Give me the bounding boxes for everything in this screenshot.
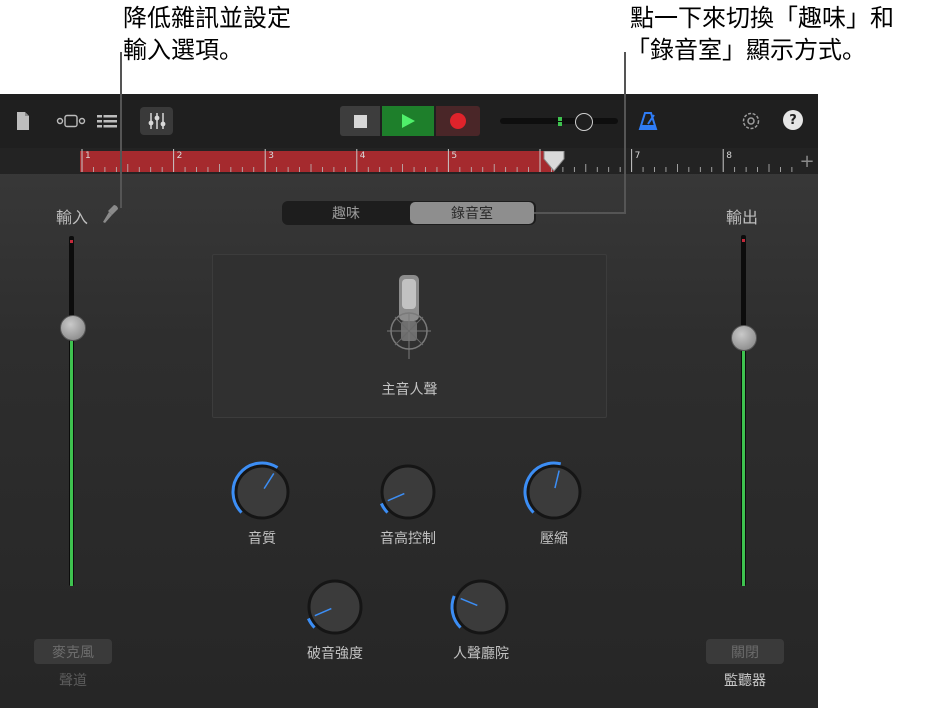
ruler-bar-number: 5 bbox=[451, 151, 457, 161]
input-label: 輸入 bbox=[56, 208, 89, 227]
add-section-button[interactable]: + bbox=[796, 148, 818, 174]
pitch-correction-knob[interactable] bbox=[376, 460, 440, 524]
mixer-icon[interactable] bbox=[140, 107, 173, 135]
callout-toggle-leader-v bbox=[624, 52, 626, 214]
list-view-icon[interactable] bbox=[96, 111, 118, 131]
callout-toggle-line2: 「錄音室」顯示方式。 bbox=[626, 36, 866, 64]
compression-label: 壓縮 bbox=[540, 531, 568, 547]
play-button[interactable] bbox=[382, 106, 434, 136]
timeline-ruler[interactable]: 12345678 + bbox=[0, 148, 818, 174]
ruler-bar-number: 7 bbox=[635, 151, 641, 161]
callout-noise-leader bbox=[120, 52, 122, 208]
monitor-caption: 監聽器 bbox=[724, 673, 766, 689]
vocal-hall-knob[interactable] bbox=[449, 575, 513, 639]
tone-label: 音質 bbox=[248, 531, 276, 547]
play-icon bbox=[402, 114, 415, 128]
record-icon bbox=[450, 113, 466, 129]
metronome-icon[interactable] bbox=[636, 109, 660, 133]
ruler-bar-number: 8 bbox=[726, 151, 732, 161]
pitch-correction-label: 音高控制 bbox=[380, 531, 436, 547]
ruler-bar-number: 2 bbox=[177, 151, 183, 161]
control-bar: ? bbox=[0, 94, 818, 148]
input-meter-fill bbox=[70, 327, 73, 586]
input-meter bbox=[69, 236, 74, 586]
settings-icon[interactable] bbox=[739, 109, 763, 133]
ruler-bar-number: 3 bbox=[268, 151, 274, 161]
callout-toggle-line1: 點一下來切換「趣味」和 bbox=[630, 4, 894, 32]
help-icon[interactable]: ? bbox=[783, 110, 803, 130]
input-level-slider[interactable] bbox=[60, 315, 86, 341]
channel-caption: 聲道 bbox=[59, 673, 87, 689]
callout-noise-line1: 降低雜訊並設定 bbox=[123, 4, 291, 32]
master-volume-knob[interactable] bbox=[575, 113, 593, 131]
app-window: ? 12345678 + 輸入 輸出 趣味 錄音室 bbox=[0, 94, 818, 708]
output-meter-fill bbox=[742, 337, 745, 586]
record-button[interactable] bbox=[436, 106, 480, 136]
monitor-button[interactable]: 關閉 bbox=[706, 639, 784, 664]
ruler-bar-number: 4 bbox=[360, 151, 366, 161]
help-label: ? bbox=[789, 112, 797, 128]
compression-knob[interactable] bbox=[522, 460, 586, 524]
stop-icon bbox=[353, 114, 367, 128]
microphone-icon bbox=[385, 273, 433, 365]
output-meter bbox=[741, 235, 746, 586]
toggle-studio[interactable]: 錄音室 bbox=[410, 202, 534, 224]
instrument-name: 主音人聲 bbox=[381, 382, 438, 398]
output-level-slider[interactable] bbox=[731, 325, 757, 351]
output-label: 輸出 bbox=[726, 208, 759, 227]
instrument-display[interactable]: 主音人聲 bbox=[212, 254, 607, 418]
callout-noise-line2: 輸入選項。 bbox=[123, 36, 243, 64]
drive-label: 破音強度 bbox=[307, 646, 363, 662]
ruler-bar-number: 1 bbox=[85, 151, 91, 161]
drive-knob[interactable] bbox=[303, 575, 367, 639]
vocal-hall-label: 人聲廳院 bbox=[453, 646, 509, 662]
toggle-fun[interactable]: 趣味 bbox=[284, 202, 408, 224]
tone-knob[interactable] bbox=[230, 460, 294, 524]
master-volume-slider[interactable] bbox=[500, 112, 618, 131]
playhead[interactable] bbox=[542, 150, 566, 173]
document-icon[interactable] bbox=[12, 109, 34, 133]
tracks-view-icon[interactable] bbox=[56, 111, 86, 131]
stop-button[interactable] bbox=[340, 106, 380, 136]
callout-toggle-leader-h bbox=[534, 212, 625, 214]
channel-button[interactable]: 麥克風 bbox=[34, 639, 112, 664]
